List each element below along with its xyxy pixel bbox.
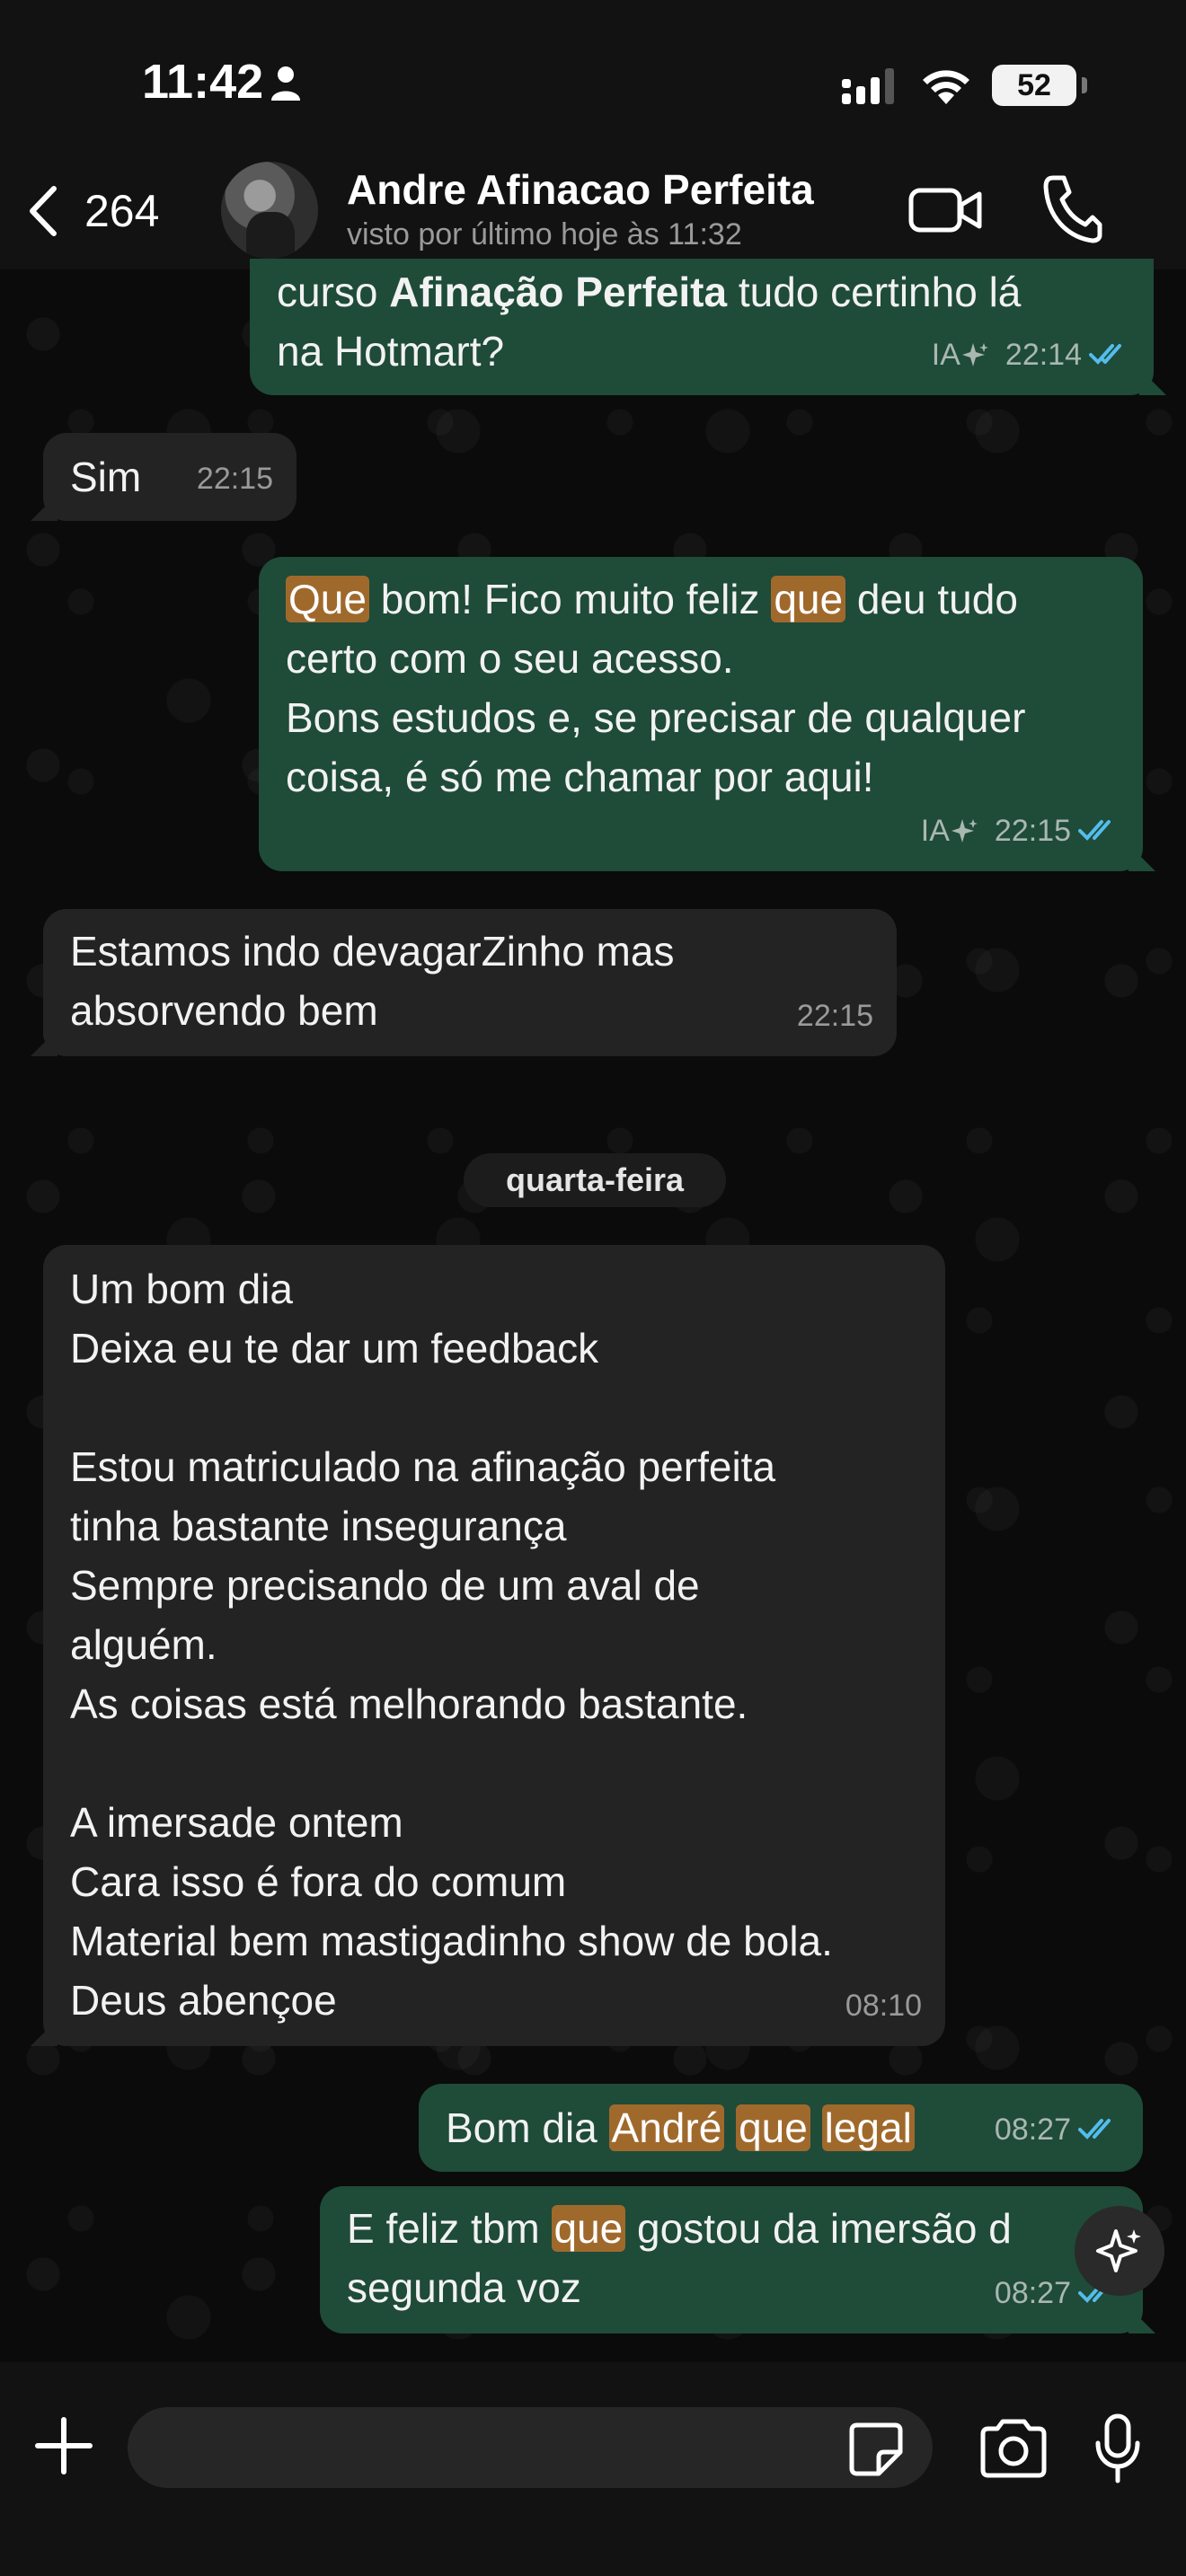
- message-meta: IA 22:14: [932, 325, 1130, 384]
- sparkle-icon: [961, 343, 988, 366]
- message-meta: 22:15: [797, 986, 873, 1045]
- incoming-message[interactable]: Um bom dia Deixa eu te dar um feedback E…: [43, 1245, 945, 2046]
- sticker-icon[interactable]: [848, 2422, 904, 2477]
- message-composer: [0, 2362, 1186, 2576]
- outgoing-message[interactable]: Bom dia André que legal 08:27: [419, 2084, 1143, 2172]
- read-receipt-icon: [1089, 344, 1121, 365]
- message-time: 08:27: [994, 2113, 1071, 2147]
- plus-icon[interactable]: [32, 2414, 95, 2477]
- message-meta: 22:15: [197, 449, 273, 508]
- contact-name[interactable]: Andre Afinacao Perfeita: [347, 165, 814, 214]
- message-text: Um bom dia Deixa eu te dar um feedback E…: [70, 1266, 833, 2024]
- search-highlight: legal: [821, 2104, 915, 2151]
- phone-call-icon[interactable]: [1040, 172, 1103, 244]
- status-bar: 11:42 52: [0, 0, 1186, 153]
- ai-assistant-button[interactable]: [1075, 2206, 1164, 2296]
- ai-label: IA: [921, 801, 978, 860]
- message-time: 08:10: [845, 1989, 922, 2023]
- sparkle-icon: [951, 819, 978, 842]
- incoming-message[interactable]: Estamos indo devagarZinho mas absorvendo…: [43, 909, 897, 1056]
- search-highlight: que: [736, 2104, 810, 2151]
- message-text: Estamos indo devagarZinho mas absorvendo…: [70, 928, 675, 1034]
- avatar[interactable]: [221, 162, 318, 259]
- incoming-message[interactable]: Sim 22:15: [43, 433, 296, 521]
- message-meta: 08:10: [845, 1976, 922, 2035]
- unread-count: 264: [84, 186, 160, 236]
- message-input[interactable]: [128, 2407, 933, 2488]
- message-time: 08:27: [994, 2276, 1071, 2310]
- outgoing-message[interactable]: Que bom! Fico muito feliz que deu tudo c…: [259, 557, 1143, 871]
- read-receipt-icon: [1078, 2119, 1111, 2139]
- status-time: 11:42: [142, 55, 264, 109]
- outgoing-message[interactable]: E feliz tbm que gostou da imersão d segu…: [320, 2186, 1143, 2333]
- chevron-left-icon: [30, 186, 57, 236]
- search-highlight: André: [608, 2104, 725, 2151]
- ai-label: IA: [932, 325, 989, 384]
- read-receipt-icon: [1078, 820, 1111, 841]
- message-text: Que bom! Fico muito feliz que deu tudo c…: [286, 576, 1026, 800]
- search-highlight: que: [551, 2205, 626, 2252]
- search-highlight: que: [771, 576, 846, 622]
- outgoing-message[interactable]: curso Afinação Perfeita tudo certinho lá…: [250, 259, 1154, 395]
- microphone-icon[interactable]: [1093, 2413, 1143, 2484]
- message-time: 22:14: [1005, 338, 1082, 372]
- chat-header: 264 Andre Afinacao Perfeita visto por úl…: [0, 153, 1186, 269]
- cellular-signal-icon: [842, 68, 894, 104]
- wifi-icon: [923, 70, 969, 104]
- camera-icon[interactable]: [978, 2418, 1049, 2479]
- sparkle-icon: [1096, 2229, 1141, 2272]
- message-meta: IA 22:15: [921, 801, 1120, 860]
- back-button[interactable]: 264: [27, 180, 159, 243]
- message-time: 22:15: [196, 462, 273, 496]
- date-separator: quarta-feira: [464, 1153, 726, 1207]
- message-time: 22:15: [796, 999, 873, 1033]
- message-time: 22:15: [994, 814, 1071, 848]
- last-seen-status: visto por último hoje às 11:32: [347, 217, 742, 251]
- search-highlight: Que: [286, 576, 369, 622]
- message-meta: 08:27: [995, 2100, 1120, 2159]
- video-call-icon[interactable]: [907, 178, 983, 241]
- battery-indicator: 52: [992, 65, 1087, 106]
- person-icon: [271, 66, 300, 101]
